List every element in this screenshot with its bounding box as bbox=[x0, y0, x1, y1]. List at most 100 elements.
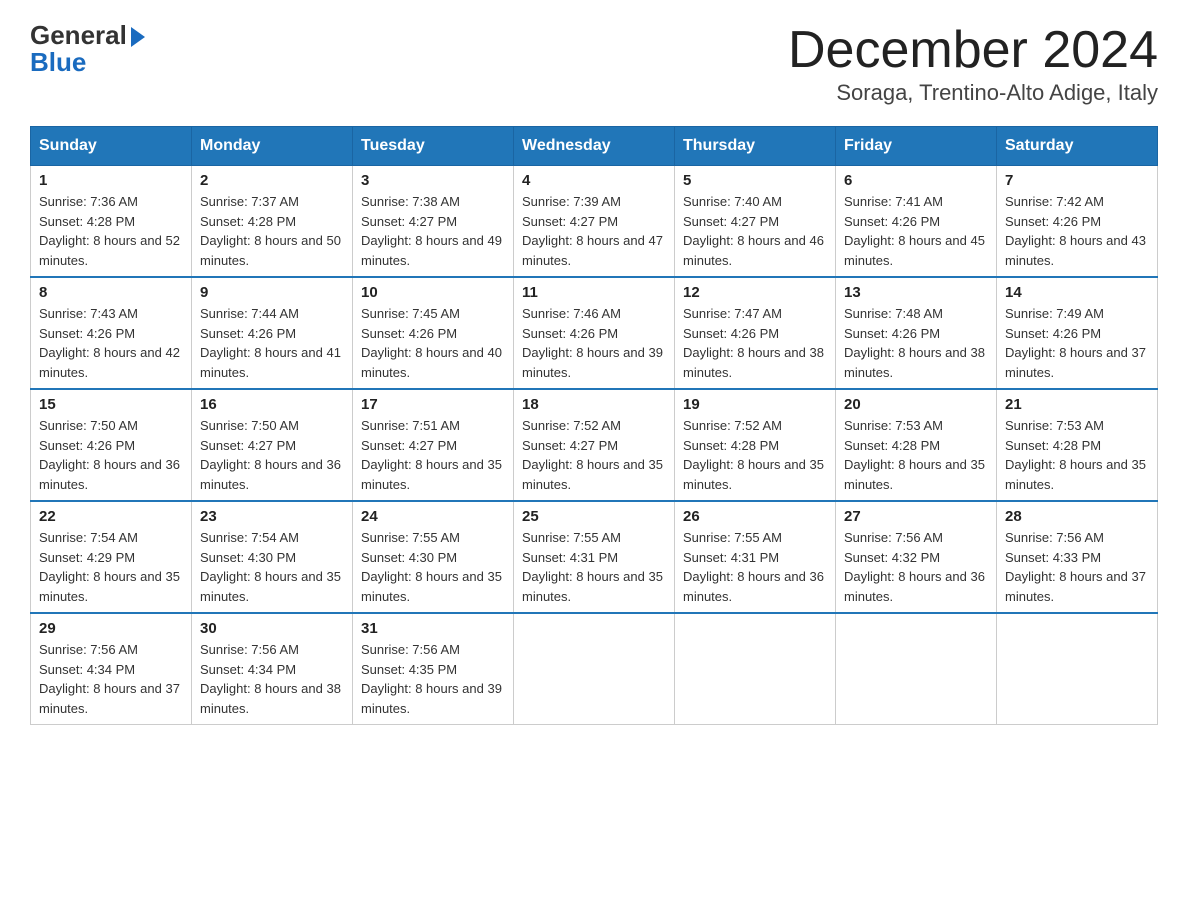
sunset-text: Sunset: 4:33 PM bbox=[1005, 550, 1101, 565]
day-info: Sunrise: 7:53 AM Sunset: 4:28 PM Dayligh… bbox=[844, 416, 988, 494]
day-info: Sunrise: 7:55 AM Sunset: 4:30 PM Dayligh… bbox=[361, 528, 505, 606]
col-header-saturday: Saturday bbox=[997, 127, 1158, 166]
calendar-cell: 26 Sunrise: 7:55 AM Sunset: 4:31 PM Dayl… bbox=[675, 501, 836, 613]
day-number: 25 bbox=[522, 508, 666, 525]
sunset-text: Sunset: 4:29 PM bbox=[39, 550, 135, 565]
day-number: 23 bbox=[200, 508, 344, 525]
sunset-text: Sunset: 4:27 PM bbox=[361, 438, 457, 453]
sunrise-text: Sunrise: 7:41 AM bbox=[844, 194, 943, 209]
sunset-text: Sunset: 4:28 PM bbox=[200, 214, 296, 229]
sunrise-text: Sunrise: 7:53 AM bbox=[1005, 418, 1104, 433]
sunset-text: Sunset: 4:26 PM bbox=[200, 326, 296, 341]
calendar-table: SundayMondayTuesdayWednesdayThursdayFrid… bbox=[30, 126, 1158, 725]
day-number: 7 bbox=[1005, 172, 1149, 189]
sunset-text: Sunset: 4:31 PM bbox=[683, 550, 779, 565]
day-info: Sunrise: 7:49 AM Sunset: 4:26 PM Dayligh… bbox=[1005, 304, 1149, 382]
day-number: 4 bbox=[522, 172, 666, 189]
col-header-sunday: Sunday bbox=[31, 127, 192, 166]
day-number: 14 bbox=[1005, 284, 1149, 301]
sunset-text: Sunset: 4:31 PM bbox=[522, 550, 618, 565]
sunset-text: Sunset: 4:28 PM bbox=[1005, 438, 1101, 453]
daylight-text: Daylight: 8 hours and 46 minutes. bbox=[683, 233, 824, 268]
calendar-week-row: 15 Sunrise: 7:50 AM Sunset: 4:26 PM Dayl… bbox=[31, 389, 1158, 501]
sunset-text: Sunset: 4:27 PM bbox=[522, 214, 618, 229]
calendar-cell: 8 Sunrise: 7:43 AM Sunset: 4:26 PM Dayli… bbox=[31, 277, 192, 389]
daylight-text: Daylight: 8 hours and 38 minutes. bbox=[844, 345, 985, 380]
daylight-text: Daylight: 8 hours and 35 minutes. bbox=[683, 457, 824, 492]
sunrise-text: Sunrise: 7:36 AM bbox=[39, 194, 138, 209]
logo-arrow-icon bbox=[131, 27, 145, 47]
calendar-cell: 1 Sunrise: 7:36 AM Sunset: 4:28 PM Dayli… bbox=[31, 166, 192, 278]
day-number: 20 bbox=[844, 396, 988, 413]
calendar-week-row: 29 Sunrise: 7:56 AM Sunset: 4:34 PM Dayl… bbox=[31, 613, 1158, 725]
sunrise-text: Sunrise: 7:55 AM bbox=[361, 530, 460, 545]
calendar-cell: 31 Sunrise: 7:56 AM Sunset: 4:35 PM Dayl… bbox=[353, 613, 514, 725]
calendar-week-row: 22 Sunrise: 7:54 AM Sunset: 4:29 PM Dayl… bbox=[31, 501, 1158, 613]
daylight-text: Daylight: 8 hours and 38 minutes. bbox=[683, 345, 824, 380]
sunset-text: Sunset: 4:26 PM bbox=[683, 326, 779, 341]
calendar-week-row: 1 Sunrise: 7:36 AM Sunset: 4:28 PM Dayli… bbox=[31, 166, 1158, 278]
calendar-cell: 4 Sunrise: 7:39 AM Sunset: 4:27 PM Dayli… bbox=[514, 166, 675, 278]
day-info: Sunrise: 7:44 AM Sunset: 4:26 PM Dayligh… bbox=[200, 304, 344, 382]
sunset-text: Sunset: 4:27 PM bbox=[200, 438, 296, 453]
daylight-text: Daylight: 8 hours and 37 minutes. bbox=[1005, 345, 1146, 380]
daylight-text: Daylight: 8 hours and 42 minutes. bbox=[39, 345, 180, 380]
sunrise-text: Sunrise: 7:45 AM bbox=[361, 306, 460, 321]
calendar-cell: 3 Sunrise: 7:38 AM Sunset: 4:27 PM Dayli… bbox=[353, 166, 514, 278]
daylight-text: Daylight: 8 hours and 50 minutes. bbox=[200, 233, 341, 268]
day-number: 12 bbox=[683, 284, 827, 301]
day-info: Sunrise: 7:43 AM Sunset: 4:26 PM Dayligh… bbox=[39, 304, 183, 382]
day-number: 27 bbox=[844, 508, 988, 525]
sunset-text: Sunset: 4:32 PM bbox=[844, 550, 940, 565]
day-number: 5 bbox=[683, 172, 827, 189]
sunset-text: Sunset: 4:30 PM bbox=[361, 550, 457, 565]
sunrise-text: Sunrise: 7:56 AM bbox=[361, 642, 460, 657]
day-info: Sunrise: 7:45 AM Sunset: 4:26 PM Dayligh… bbox=[361, 304, 505, 382]
daylight-text: Daylight: 8 hours and 36 minutes. bbox=[200, 457, 341, 492]
sunrise-text: Sunrise: 7:56 AM bbox=[39, 642, 138, 657]
calendar-cell: 29 Sunrise: 7:56 AM Sunset: 4:34 PM Dayl… bbox=[31, 613, 192, 725]
sunset-text: Sunset: 4:27 PM bbox=[361, 214, 457, 229]
day-info: Sunrise: 7:56 AM Sunset: 4:35 PM Dayligh… bbox=[361, 640, 505, 718]
daylight-text: Daylight: 8 hours and 37 minutes. bbox=[39, 681, 180, 716]
sunset-text: Sunset: 4:27 PM bbox=[522, 438, 618, 453]
day-info: Sunrise: 7:36 AM Sunset: 4:28 PM Dayligh… bbox=[39, 192, 183, 270]
day-number: 9 bbox=[200, 284, 344, 301]
calendar-cell: 10 Sunrise: 7:45 AM Sunset: 4:26 PM Dayl… bbox=[353, 277, 514, 389]
page-header: General Blue December 2024 Soraga, Trent… bbox=[30, 20, 1158, 106]
calendar-cell: 27 Sunrise: 7:56 AM Sunset: 4:32 PM Dayl… bbox=[836, 501, 997, 613]
calendar-cell bbox=[836, 613, 997, 725]
calendar-cell: 2 Sunrise: 7:37 AM Sunset: 4:28 PM Dayli… bbox=[192, 166, 353, 278]
day-number: 26 bbox=[683, 508, 827, 525]
day-info: Sunrise: 7:41 AM Sunset: 4:26 PM Dayligh… bbox=[844, 192, 988, 270]
sunset-text: Sunset: 4:27 PM bbox=[683, 214, 779, 229]
calendar-cell: 12 Sunrise: 7:47 AM Sunset: 4:26 PM Dayl… bbox=[675, 277, 836, 389]
calendar-cell: 13 Sunrise: 7:48 AM Sunset: 4:26 PM Dayl… bbox=[836, 277, 997, 389]
sunrise-text: Sunrise: 7:54 AM bbox=[200, 530, 299, 545]
day-number: 2 bbox=[200, 172, 344, 189]
day-number: 15 bbox=[39, 396, 183, 413]
day-number: 22 bbox=[39, 508, 183, 525]
sunrise-text: Sunrise: 7:52 AM bbox=[522, 418, 621, 433]
daylight-text: Daylight: 8 hours and 38 minutes. bbox=[200, 681, 341, 716]
day-number: 13 bbox=[844, 284, 988, 301]
day-info: Sunrise: 7:38 AM Sunset: 4:27 PM Dayligh… bbox=[361, 192, 505, 270]
day-number: 21 bbox=[1005, 396, 1149, 413]
calendar-cell: 22 Sunrise: 7:54 AM Sunset: 4:29 PM Dayl… bbox=[31, 501, 192, 613]
calendar-cell: 9 Sunrise: 7:44 AM Sunset: 4:26 PM Dayli… bbox=[192, 277, 353, 389]
calendar-cell: 11 Sunrise: 7:46 AM Sunset: 4:26 PM Dayl… bbox=[514, 277, 675, 389]
sunrise-text: Sunrise: 7:43 AM bbox=[39, 306, 138, 321]
day-info: Sunrise: 7:50 AM Sunset: 4:26 PM Dayligh… bbox=[39, 416, 183, 494]
sunset-text: Sunset: 4:35 PM bbox=[361, 662, 457, 677]
sunrise-text: Sunrise: 7:44 AM bbox=[200, 306, 299, 321]
calendar-cell: 5 Sunrise: 7:40 AM Sunset: 4:27 PM Dayli… bbox=[675, 166, 836, 278]
day-info: Sunrise: 7:37 AM Sunset: 4:28 PM Dayligh… bbox=[200, 192, 344, 270]
sunrise-text: Sunrise: 7:54 AM bbox=[39, 530, 138, 545]
daylight-text: Daylight: 8 hours and 39 minutes. bbox=[522, 345, 663, 380]
daylight-text: Daylight: 8 hours and 47 minutes. bbox=[522, 233, 663, 268]
daylight-text: Daylight: 8 hours and 35 minutes. bbox=[39, 569, 180, 604]
sunrise-text: Sunrise: 7:56 AM bbox=[1005, 530, 1104, 545]
calendar-cell: 19 Sunrise: 7:52 AM Sunset: 4:28 PM Dayl… bbox=[675, 389, 836, 501]
calendar-cell: 15 Sunrise: 7:50 AM Sunset: 4:26 PM Dayl… bbox=[31, 389, 192, 501]
day-info: Sunrise: 7:56 AM Sunset: 4:32 PM Dayligh… bbox=[844, 528, 988, 606]
